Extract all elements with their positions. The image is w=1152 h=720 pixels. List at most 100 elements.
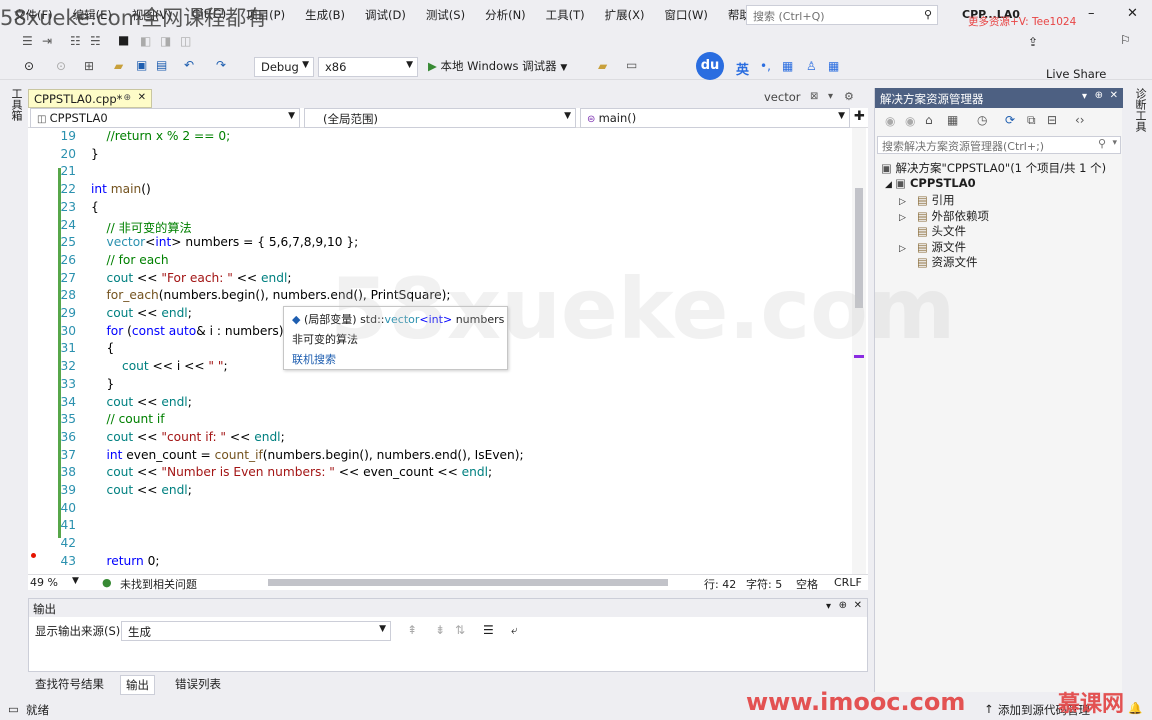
menu-item[interactable]: 生成(B) xyxy=(295,7,355,23)
chevron-down-icon[interactable]: ▼ xyxy=(72,576,79,586)
show-all-icon[interactable]: ⊟ xyxy=(1047,113,1057,127)
code-line[interactable]: 35 // count if xyxy=(28,412,848,430)
close-icon[interactable]: ✕ xyxy=(1110,90,1118,101)
start-debug-button[interactable]: ▶ 本地 Windows 调试器 ▼ xyxy=(428,58,567,74)
code-line[interactable]: 22 int main() xyxy=(28,182,848,200)
split-icon[interactable]: ⊠ xyxy=(810,91,818,102)
tree-item[interactable]: ▤ 头文件 xyxy=(899,223,966,239)
ime-user-icon[interactable]: ♙ xyxy=(806,59,817,73)
nav-project-select[interactable]: ◫ CPPSTLA0 ▼ xyxy=(30,108,300,128)
collapse-icon[interactable]: ⧉ xyxy=(1027,113,1036,128)
search-box[interactable]: 搜索 (Ctrl+Q) ⚲ xyxy=(746,5,938,25)
code-line[interactable]: 20} xyxy=(28,147,848,165)
close-icon[interactable]: ✕ xyxy=(854,600,862,611)
upload-icon[interactable]: ↑ xyxy=(984,702,994,716)
expand-icon[interactable]: ▷ xyxy=(899,244,917,254)
nav-scope-select[interactable]: (全局范围) ▼ xyxy=(304,108,576,128)
diagnostics-tab[interactable]: 诊断工具 xyxy=(1132,88,1148,132)
menu-item[interactable]: 分析(N) xyxy=(475,7,536,23)
tree-project[interactable]: ◢ ▣ CPPSTLA0 xyxy=(885,176,976,190)
horizontal-scrollbar[interactable] xyxy=(268,579,668,586)
new-project-icon[interactable]: ⊞ xyxy=(84,59,94,73)
tree-solution-root[interactable]: ▣ 解决方案"CPPSTLA0"(1 个项目/共 1 个) xyxy=(881,160,1106,176)
pin-icon[interactable]: ⊕ xyxy=(839,600,847,611)
open-folder-icon[interactable]: ▰ xyxy=(114,59,123,73)
menu-item[interactable]: 扩展(X) xyxy=(595,7,655,23)
next-message-icon[interactable]: ⇟ xyxy=(435,623,445,637)
close-icon[interactable]: ✕ xyxy=(1127,6,1138,21)
code-line[interactable]: 19 //return x % 2 == 0; xyxy=(28,129,848,147)
minimize-icon[interactable]: – xyxy=(1088,6,1095,21)
ime-lang[interactable]: 英 xyxy=(736,59,749,78)
nav-func-select[interactable]: ⊜ main() ▼ xyxy=(580,108,850,128)
chevron-down-icon[interactable]: ▾ xyxy=(1082,91,1087,102)
find-tab[interactable]: vector xyxy=(764,90,800,104)
tree-item[interactable]: ▷ ▤ 源文件 xyxy=(899,239,966,255)
code-line[interactable]: 25 vector<int> numbers = { 5,6,7,8,9,10 … xyxy=(28,235,848,253)
switch-view-icon[interactable]: ▦ xyxy=(947,113,958,127)
clear-bookmark-icon[interactable]: ◫ xyxy=(180,34,191,48)
uncomment-icon[interactable]: ☵ xyxy=(90,34,101,48)
pin-icon[interactable]: ⊕ xyxy=(1095,90,1103,101)
save-all-icon[interactable]: ▤ xyxy=(156,58,167,72)
feedback-icon[interactable]: ⚐ xyxy=(1120,33,1131,47)
code-line[interactable]: 41 xyxy=(28,518,848,536)
bottom-tab[interactable]: 查找符号结果 xyxy=(30,675,109,693)
gear-icon[interactable]: ⚙ xyxy=(844,90,854,103)
bookmark-icon[interactable]: ■ xyxy=(118,33,129,47)
save-icon[interactable]: ▣ xyxy=(136,58,147,72)
undo-icon[interactable]: ↶ xyxy=(184,58,194,72)
menu-item[interactable]: 测试(S) xyxy=(416,7,475,23)
redo-icon[interactable]: ↷ xyxy=(216,58,226,72)
code-line[interactable]: 42 xyxy=(28,536,848,554)
chevron-down-icon[interactable]: ▾ xyxy=(826,601,831,612)
find-message-icon[interactable]: ⇅ xyxy=(455,623,465,637)
code-line[interactable]: 37 int even_count = count_if(numbers.beg… xyxy=(28,448,848,466)
pending-changes-icon[interactable]: ◷ xyxy=(977,113,987,127)
ime-toolbox-icon[interactable]: ▦ xyxy=(782,59,793,73)
code-line[interactable]: 21 xyxy=(28,164,848,182)
issues-status[interactable]: 未找到相关问题 xyxy=(120,576,197,592)
code-line[interactable]: 43 return 0; xyxy=(28,554,848,572)
comment-icon[interactable]: ☷ xyxy=(70,34,81,48)
toolbox-tab[interactable]: 工具箱 xyxy=(8,88,24,121)
config-select[interactable]: Debug ▼ xyxy=(254,57,314,77)
align-icon[interactable]: ☰ xyxy=(22,34,33,48)
clear-all-icon[interactable]: ☰ xyxy=(483,623,494,637)
tab-cppstla0[interactable]: CPPSTLA0.cpp* ⊕ ✕ xyxy=(28,89,152,108)
prev-bookmark-icon[interactable]: ◧ xyxy=(140,34,151,48)
code-line[interactable]: 38 cout << "Number is Even numbers: " <<… xyxy=(28,465,848,483)
sync-icon[interactable]: ⟳ xyxy=(1005,113,1015,127)
forward-icon[interactable]: ⊙ xyxy=(56,59,66,73)
forward-icon[interactable]: ◉ xyxy=(905,114,915,128)
code-line[interactable]: 24 // 非可变的算法 xyxy=(28,218,848,236)
ime-grid-icon[interactable]: ▦ xyxy=(828,59,839,73)
prev-message-icon[interactable]: ⇞ xyxy=(407,623,417,637)
code-line[interactable]: 36 cout << "count if: " << endl; xyxy=(28,430,848,448)
code-line[interactable]: 39 cout << endl; xyxy=(28,483,848,501)
code-line[interactable]: 40 xyxy=(28,501,848,519)
line-ending[interactable]: CRLF xyxy=(834,576,862,589)
menu-item[interactable]: 调试(D) xyxy=(355,7,416,23)
ime-du-icon[interactable]: du xyxy=(696,52,724,80)
output-source-select[interactable]: 生成 ▼ xyxy=(121,621,391,641)
tree-item[interactable]: ▷ ▤ 引用 xyxy=(899,192,955,208)
chevron-down-icon[interactable]: ▾ xyxy=(828,91,833,102)
find-files-icon[interactable]: ▰ xyxy=(598,59,607,73)
format-icon[interactable]: ⇥ xyxy=(42,34,52,48)
bottom-tab[interactable]: 错误列表 xyxy=(170,675,226,693)
platform-select[interactable]: x86 ▼ xyxy=(318,57,418,77)
code-line[interactable]: 23 { xyxy=(28,200,848,218)
screenshot-icon[interactable]: ▭ xyxy=(626,58,637,72)
solution-search[interactable]: 搜索解决方案资源管理器(Ctrl+;) ⚲ ▾ xyxy=(877,136,1121,154)
expand-icon[interactable]: ▷ xyxy=(899,213,917,223)
code-line[interactable]: 33 } xyxy=(28,377,848,395)
close-icon[interactable]: ✕ xyxy=(138,92,146,103)
next-bookmark-icon[interactable]: ◨ xyxy=(160,34,171,48)
home-icon[interactable]: ⌂ xyxy=(925,113,933,127)
word-wrap-icon[interactable]: ⤶ xyxy=(511,623,518,638)
bottom-tab[interactable]: 输出 xyxy=(120,675,155,695)
code-line[interactable]: 34 cout << endl; xyxy=(28,395,848,413)
menu-item[interactable]: 工具(T) xyxy=(536,7,595,23)
menu-item[interactable]: 窗口(W) xyxy=(655,7,718,23)
